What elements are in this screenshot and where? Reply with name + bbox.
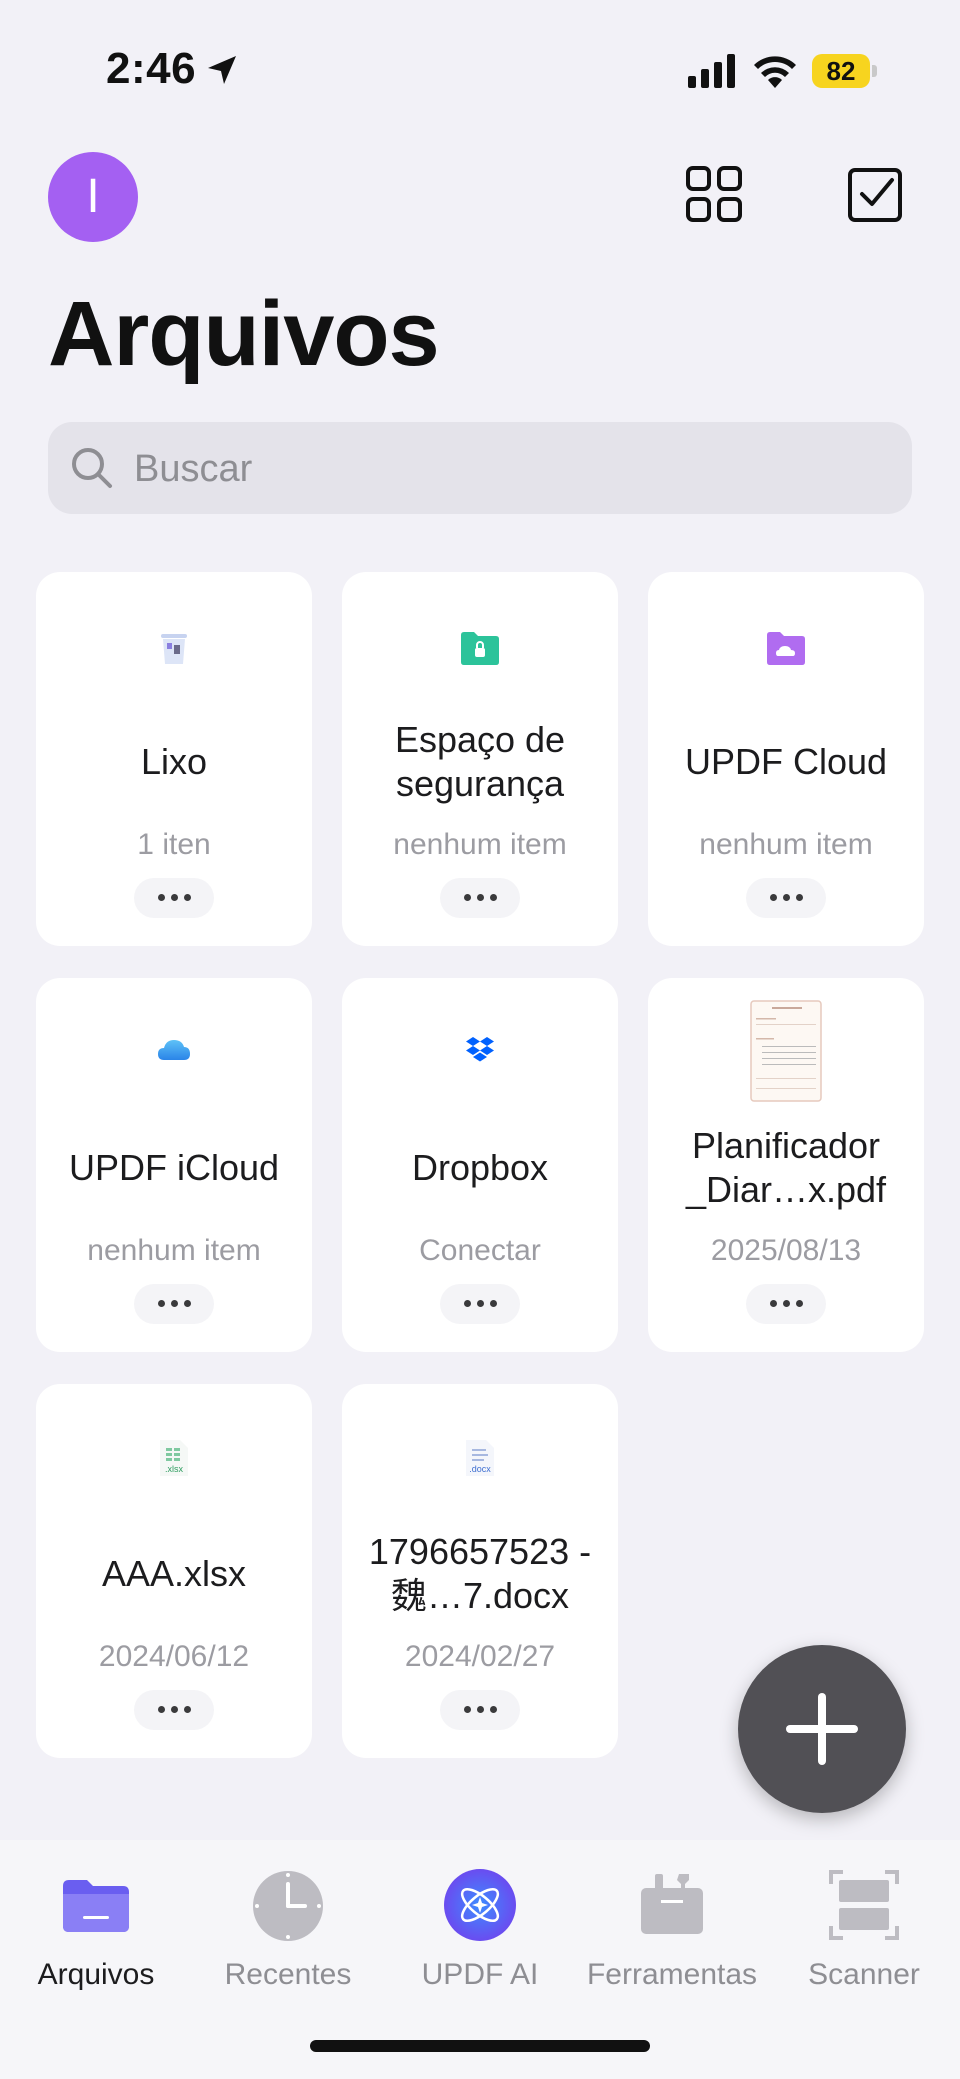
- card-subtitle: nenhum item: [393, 828, 567, 861]
- cloud-folder-icon: [767, 632, 805, 665]
- tab-arquivos[interactable]: Arquivos: [0, 1840, 192, 2000]
- more-options-button[interactable]: [440, 878, 520, 918]
- location-arrow-icon: [208, 56, 236, 84]
- card-subtitle: 2024/02/27: [404, 1640, 556, 1673]
- card-subtitle: 2025/08/13: [710, 1234, 862, 1267]
- card-subtitle: 1 iten: [137, 828, 211, 861]
- tab-recentes[interactable]: Recentes: [192, 1840, 384, 2000]
- card-docx-file[interactable]: .docx 1796657523 - 魏…7.docx 2024/02/27: [342, 1384, 618, 1758]
- search-icon: [72, 448, 112, 488]
- card-name: UPDF iCloud: [68, 1147, 280, 1188]
- select-checkbox-icon[interactable]: [846, 164, 906, 224]
- card-name: Dropbox: [411, 1147, 549, 1188]
- card-planificador-pdf[interactable]: Planificador _Diar…x.pdf 2025/08/13: [648, 978, 924, 1352]
- more-options-button[interactable]: [746, 878, 826, 918]
- tab-label: Ferramentas: [586, 1958, 758, 1991]
- wifi-icon: [754, 56, 796, 88]
- card-name: UPDF Cloud: [684, 741, 888, 782]
- plus-icon: [786, 1693, 858, 1765]
- more-options-button[interactable]: [134, 878, 214, 918]
- toolbox-icon: [641, 1874, 703, 1934]
- tab-label: Arquivos: [37, 1958, 155, 1991]
- ai-icon: [444, 1869, 516, 1941]
- more-options-button[interactable]: [134, 1690, 214, 1730]
- scanner-icon: [829, 1870, 899, 1940]
- xlsx-file-icon: .xlsx: [158, 1438, 190, 1478]
- more-options-button[interactable]: [134, 1284, 214, 1324]
- card-name: AAA.xlsx: [101, 1553, 247, 1594]
- page-title: Arquivos: [48, 283, 440, 385]
- card-updf-icloud[interactable]: UPDF iCloud nenhum item: [36, 978, 312, 1352]
- add-button[interactable]: [738, 1645, 906, 1813]
- battery-indicator: 82: [812, 54, 878, 88]
- card-subtitle: Conectar: [419, 1234, 541, 1267]
- file-type-badge: .xlsx: [165, 1464, 183, 1474]
- card-name: Planificador _Diar…x.pdf: [685, 1125, 887, 1210]
- card-name: Lixo: [140, 741, 208, 782]
- tab-label: Recentes: [224, 1958, 352, 1991]
- avatar[interactable]: I: [48, 152, 138, 242]
- tab-label: UPDF AI: [421, 1958, 539, 1991]
- card-secure-space[interactable]: Espaço de segurança nenhum item: [342, 572, 618, 946]
- battery-level: 82: [812, 54, 870, 88]
- card-dropbox[interactable]: Dropbox Conectar: [342, 978, 618, 1352]
- trash-icon: [161, 634, 187, 664]
- card-lixo[interactable]: Lixo 1 iten: [36, 572, 312, 946]
- tab-scanner[interactable]: Scanner: [768, 1840, 960, 2000]
- card-updf-cloud[interactable]: UPDF Cloud nenhum item: [648, 572, 924, 946]
- docx-file-icon: .docx: [464, 1438, 496, 1478]
- pdf-thumbnail: [750, 1000, 822, 1102]
- clock-icon: [253, 1871, 323, 1941]
- battery-nub: [872, 65, 877, 77]
- more-options-button[interactable]: [746, 1284, 826, 1324]
- status-time: 2:46: [106, 44, 197, 93]
- card-subtitle: nenhum item: [699, 828, 873, 861]
- tab-updf-ai[interactable]: UPDF AI: [384, 1840, 576, 2000]
- more-options-button[interactable]: [440, 1284, 520, 1324]
- cellular-signal-icon: [688, 54, 735, 88]
- tab-ferramentas[interactable]: Ferramentas: [576, 1840, 768, 2000]
- card-subtitle: nenhum item: [87, 1234, 261, 1267]
- home-indicator: [310, 2040, 650, 2052]
- more-options-button[interactable]: [440, 1690, 520, 1730]
- tab-label: Scanner: [808, 1958, 920, 1991]
- search-input[interactable]: [132, 422, 896, 516]
- card-name: 1796657523 - 魏…7.docx: [368, 1531, 592, 1616]
- secure-folder-icon: [461, 632, 499, 665]
- card-name: Espaço de segurança: [394, 719, 566, 804]
- folder-icon: [63, 1880, 129, 1932]
- icloud-icon: [158, 1040, 190, 1060]
- grid-view-icon[interactable]: [684, 164, 744, 224]
- card-aaa-xlsx[interactable]: .xlsx AAA.xlsx 2024/06/12: [36, 1384, 312, 1758]
- card-subtitle: 2024/06/12: [98, 1640, 250, 1673]
- search-bar[interactable]: [48, 422, 912, 516]
- status-bar: 2:46 82: [0, 0, 960, 140]
- file-type-badge: .docx: [469, 1464, 491, 1474]
- dropbox-icon: [466, 1037, 494, 1062]
